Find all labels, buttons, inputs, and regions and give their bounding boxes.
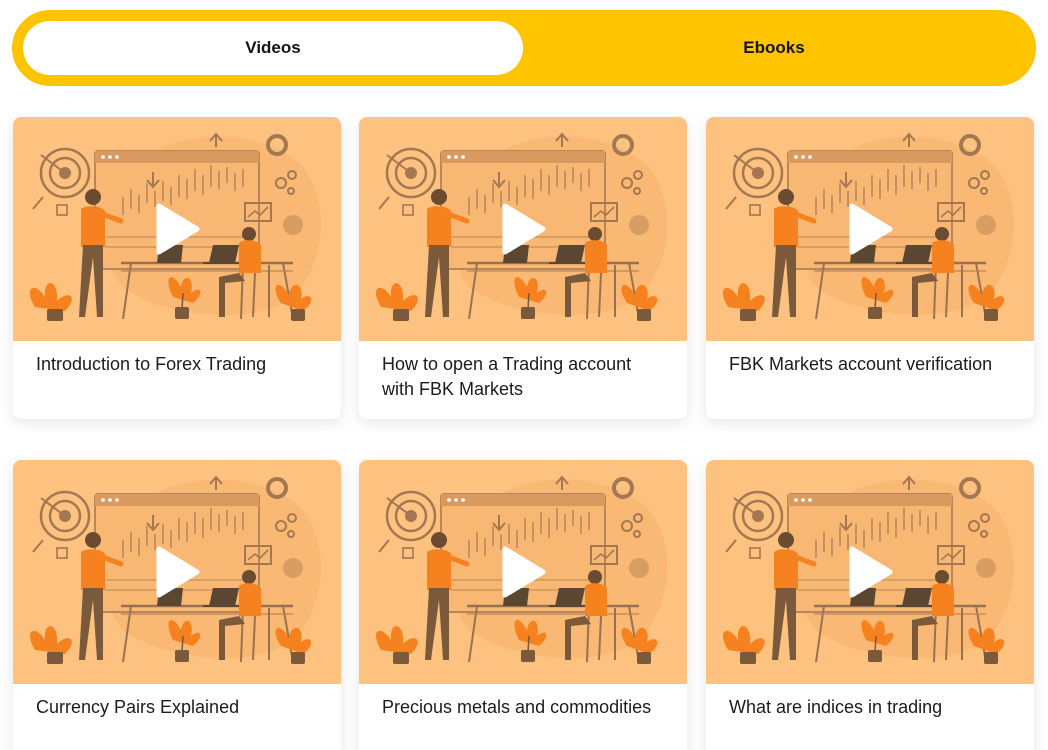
video-thumbnail[interactable] — [706, 460, 1034, 684]
video-thumbnail[interactable] — [706, 117, 1034, 341]
play-icon[interactable] — [153, 546, 201, 598]
video-title[interactable]: FBK Markets account verification — [729, 352, 1014, 377]
play-icon[interactable] — [153, 203, 201, 255]
video-title[interactable]: Currency Pairs Explained — [36, 695, 321, 720]
video-thumbnail[interactable] — [13, 460, 341, 684]
video-card[interactable]: What are indices in trading — [706, 460, 1034, 750]
play-icon[interactable] — [846, 546, 894, 598]
play-icon[interactable] — [846, 203, 894, 255]
video-card[interactable]: How to open a Trading account with FBK M… — [359, 117, 687, 419]
tab-ebooks[interactable]: Ebooks — [524, 21, 1024, 75]
video-thumbnail[interactable] — [359, 117, 687, 341]
video-title[interactable]: Introduction to Forex Trading — [36, 352, 321, 377]
video-title[interactable]: How to open a Trading account with FBK M… — [382, 352, 667, 402]
video-card[interactable]: Precious metals and commodities — [359, 460, 687, 750]
play-icon[interactable] — [499, 203, 547, 255]
video-card[interactable]: Introduction to Forex Trading — [13, 117, 341, 419]
video-thumbnail[interactable] — [359, 460, 687, 684]
video-title[interactable]: What are indices in trading — [729, 695, 1014, 720]
video-thumbnail[interactable] — [13, 117, 341, 341]
video-card[interactable]: Currency Pairs Explained — [13, 460, 341, 750]
video-title[interactable]: Precious metals and commodities — [382, 695, 667, 720]
video-card[interactable]: FBK Markets account verification — [706, 117, 1034, 419]
content-type-tabs: Videos Ebooks — [12, 10, 1036, 86]
play-icon[interactable] — [499, 546, 547, 598]
tab-videos[interactable]: Videos — [23, 21, 523, 75]
